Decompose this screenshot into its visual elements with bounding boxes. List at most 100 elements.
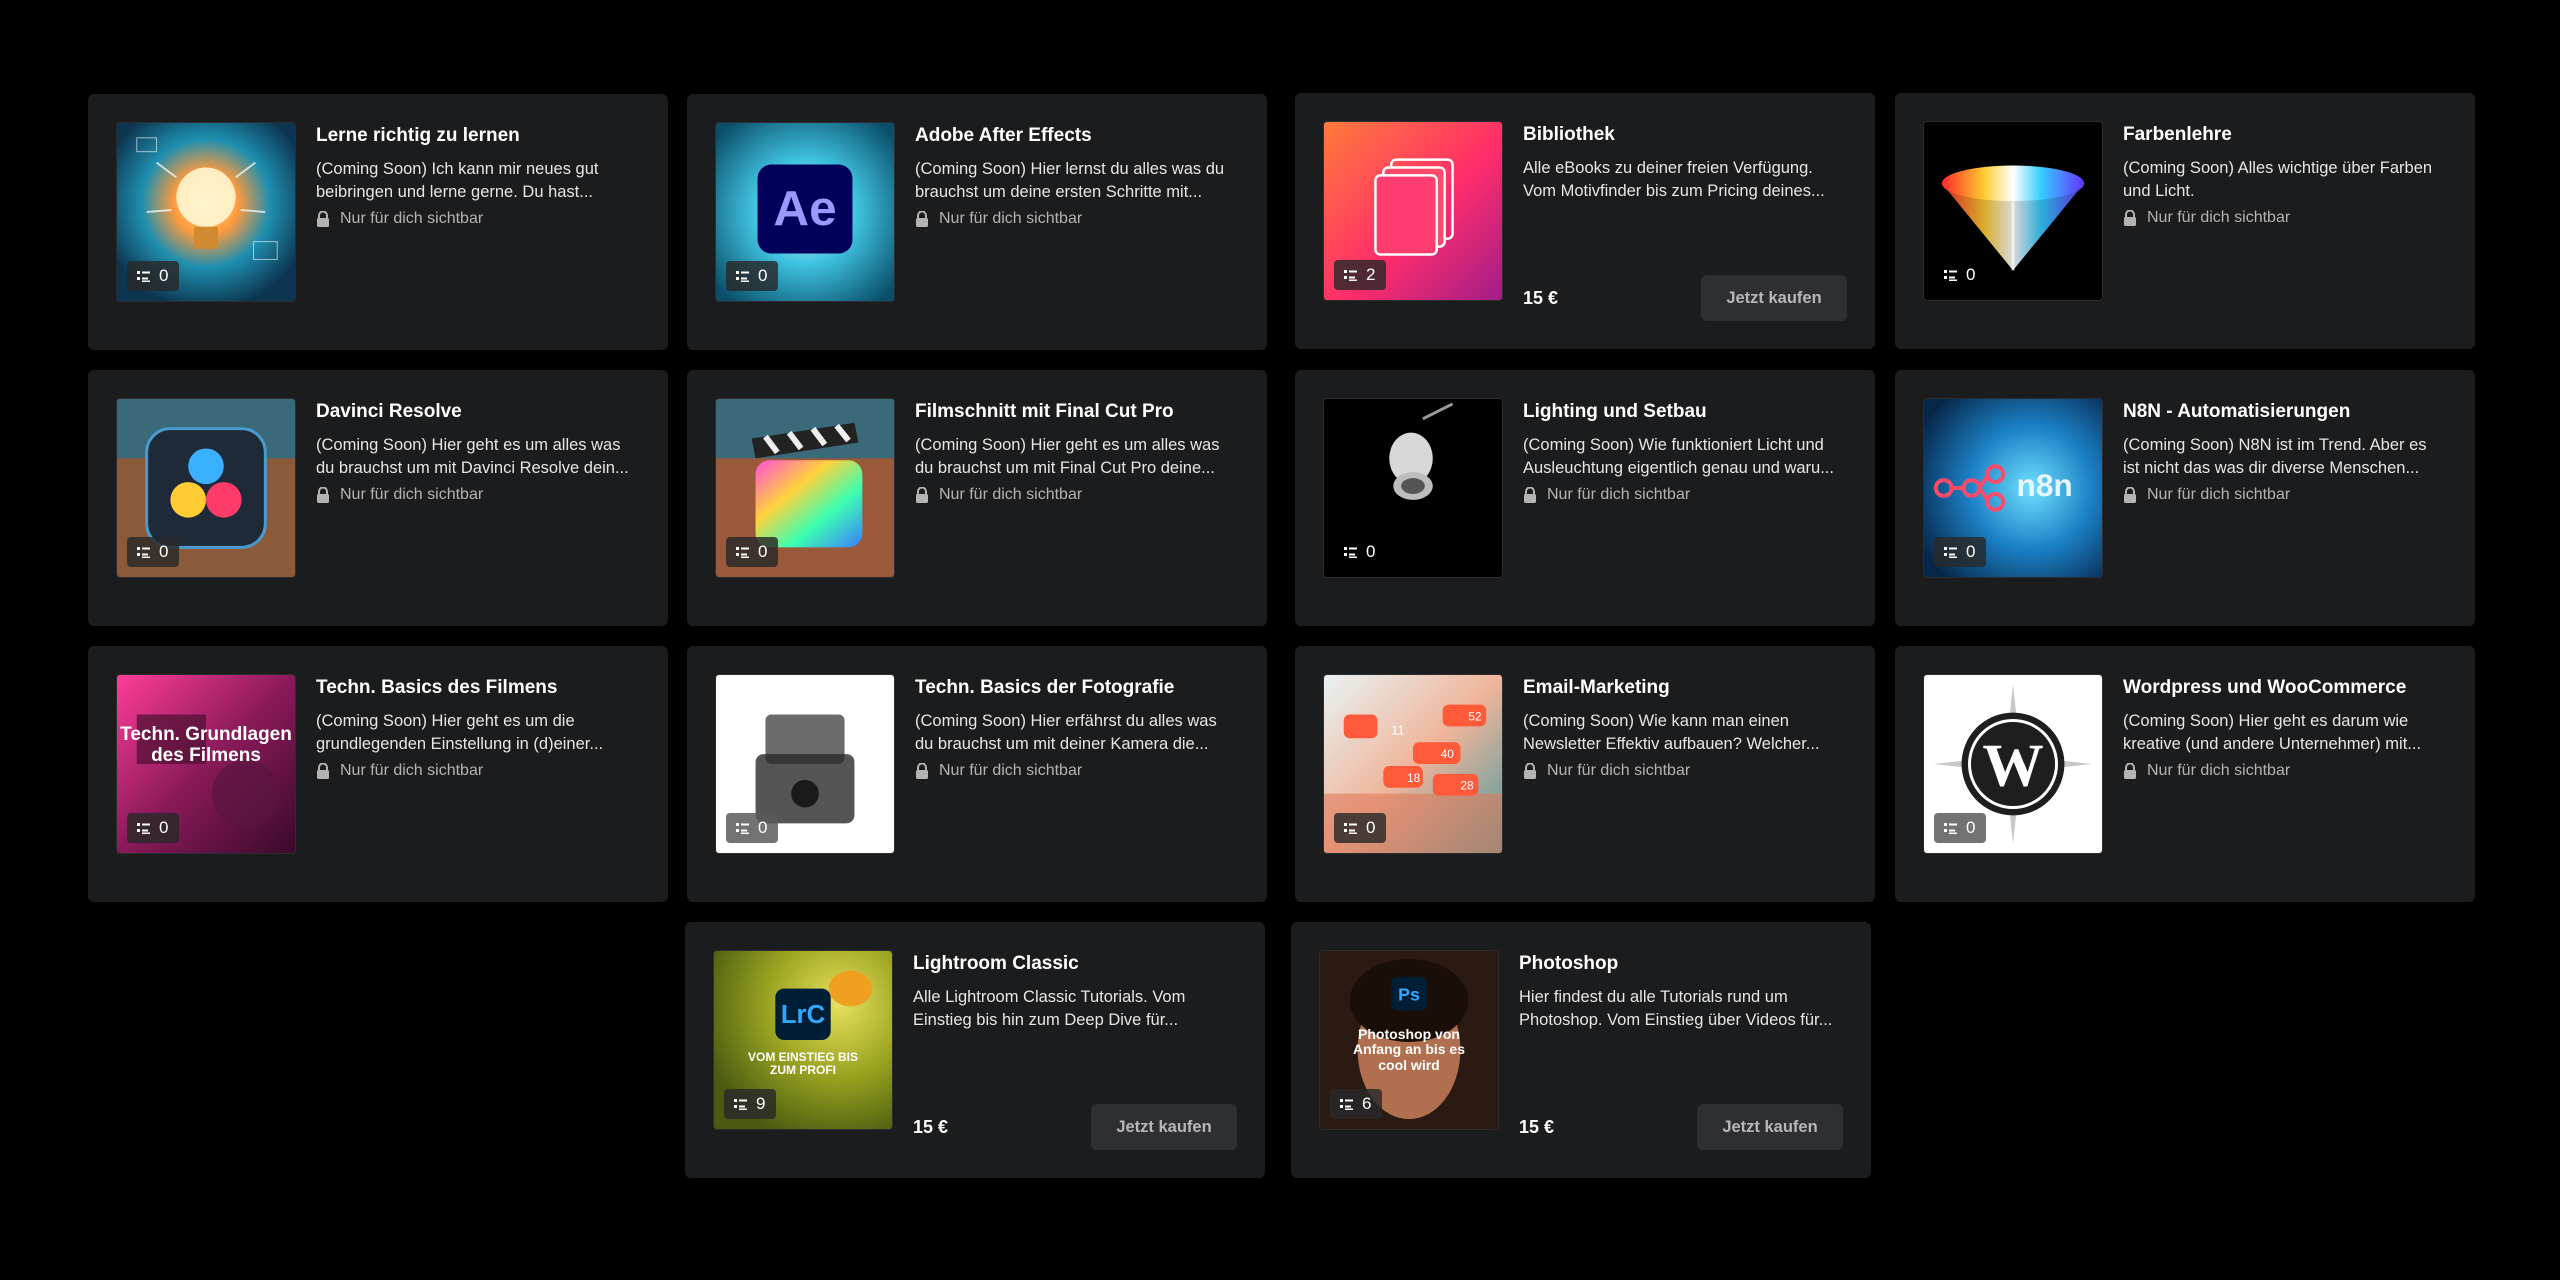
course-card[interactable]: Ps Photoshop von Anfang an bis es cool w… [1291, 922, 1871, 1178]
course-title[interactable]: Farbenlehre [2123, 123, 2447, 147]
course-thumbnail[interactable]: 0 [1323, 398, 1503, 578]
course-thumbnail[interactable]: Ae 0 [715, 122, 895, 302]
buy-button[interactable]: Jetzt kaufen [1697, 1104, 1843, 1150]
lesson-count-badge: 0 [726, 537, 778, 567]
lesson-count: 0 [1366, 818, 1376, 837]
course-card[interactable]: 2 Bibliothek Alle eBooks zu deiner freie… [1295, 93, 1875, 349]
course-card[interactable]: 0 Farbenlehre (Coming Soon) Alles wichti… [1895, 93, 2475, 349]
course-description: (Coming Soon) Hier geht es um alles was … [915, 436, 1220, 477]
course-thumbnail[interactable]: 2 [1323, 121, 1503, 301]
course-title[interactable]: Bibliothek [1523, 123, 1847, 147]
course-thumbnail[interactable]: 0 [116, 398, 296, 578]
course-thumbnail[interactable]: Techn. Grundlagen des Filmens 0 [116, 674, 296, 854]
lesson-count: 0 [159, 266, 169, 285]
lesson-list-icon [1344, 268, 1358, 282]
visibility-label: Nur für dich sichtbar [2147, 762, 2291, 779]
course-title[interactable]: Davinci Resolve [316, 400, 640, 424]
stat-1: 11 [1391, 722, 1404, 737]
course-thumbnail[interactable]: 11 40 52 18 28 0 [1323, 674, 1503, 854]
visibility-status: Nur für dich sichtbar [915, 762, 1239, 780]
lesson-count: 9 [756, 1094, 766, 1113]
price: 15 € [1519, 1116, 1555, 1137]
buy-button[interactable]: Jetzt kaufen [1701, 275, 1847, 321]
price: 15 € [913, 1116, 949, 1137]
lesson-count-badge: 0 [726, 261, 778, 291]
lock-icon [915, 487, 929, 503]
course-description: (Coming Soon) Hier lernst du alles was d… [915, 160, 1225, 201]
purchase-row: 15 € Jetzt kaufen [1523, 275, 1847, 321]
course-card[interactable]: 0 Filmschnitt mit Final Cut Pro (Coming … [687, 370, 1267, 626]
course-thumbnail[interactable]: Ps Photoshop von Anfang an bis es cool w… [1319, 950, 1499, 1130]
course-title[interactable]: Lightroom Classic [913, 952, 1237, 976]
course-description: Alle eBooks zu deiner freien Verfügung. … [1523, 159, 1825, 200]
course-card[interactable]: 0 Lerne richtig zu lernen (Coming Soon) … [88, 94, 668, 350]
course-card[interactable]: 11 40 52 18 28 0 Email-Marketing (Coming… [1295, 646, 1875, 902]
course-card[interactable]: 0 Davinci Resolve (Coming Soon) Hier geh… [88, 370, 668, 626]
course-thumbnail[interactable]: W 0 [1923, 674, 2103, 854]
course-card[interactable]: LrC VOM EINSTIEG BIS ZUM PROFI 9 Lightro… [685, 922, 1265, 1178]
course-thumbnail[interactable]: 0 [1923, 121, 2103, 301]
purchase-row: 15 € Jetzt kaufen [913, 1104, 1237, 1150]
visibility-label: Nur für dich sichtbar [2147, 209, 2291, 226]
price: 15 € [1523, 287, 1559, 308]
lock-icon [316, 487, 330, 503]
course-title[interactable]: Adobe After Effects [915, 124, 1239, 148]
course-card[interactable]: W 0 Wordpress und WooCommerce (Coming So… [1895, 646, 2475, 902]
lock-icon [915, 763, 929, 779]
lesson-list-icon [137, 269, 151, 283]
course-title[interactable]: Techn. Basics des Filmens [316, 676, 640, 700]
lock-icon [915, 211, 929, 227]
visibility-status: Nur für dich sichtbar [915, 486, 1239, 504]
lesson-list-icon [734, 1097, 748, 1111]
course-description: Hier findest du alle Tutorials rund um P… [1519, 988, 1833, 1029]
lesson-list-icon [137, 545, 151, 559]
lesson-count: 0 [159, 542, 169, 561]
course-thumbnail[interactable]: LrC VOM EINSTIEG BIS ZUM PROFI 9 [713, 950, 893, 1130]
thumbnail-caption: Photoshop von Anfang an bis es cool wird [1352, 1026, 1466, 1073]
course-title[interactable]: Lighting und Setbau [1523, 400, 1847, 424]
lesson-count-badge: 0 [726, 813, 778, 843]
course-title[interactable]: Photoshop [1519, 952, 1843, 976]
course-thumbnail[interactable]: 0 [116, 122, 296, 302]
course-thumbnail[interactable]: 0 [715, 674, 895, 854]
visibility-status: Nur für dich sichtbar [2123, 486, 2447, 504]
lesson-count: 0 [1966, 542, 1976, 561]
visibility-label: Nur für dich sichtbar [340, 486, 484, 503]
course-card[interactable]: Techn. Grundlagen des Filmens 0 Techn. B… [88, 646, 668, 902]
course-title[interactable]: Techn. Basics der Fotografie [915, 676, 1239, 700]
visibility-label: Nur für dich sichtbar [1547, 762, 1691, 779]
course-card[interactable]: 0 Lighting und Setbau (Coming Soon) Wie … [1295, 370, 1875, 626]
visibility-label: Nur für dich sichtbar [939, 486, 1083, 503]
visibility-label: Nur für dich sichtbar [340, 762, 484, 779]
lesson-count: 0 [758, 542, 768, 561]
course-title[interactable]: Email-Marketing [1523, 676, 1847, 700]
stat-5: 28 [1460, 779, 1474, 793]
lesson-count: 0 [758, 266, 768, 285]
wordpress-logo: W [1982, 732, 2043, 800]
lock-icon [316, 763, 330, 779]
visibility-status: Nur für dich sichtbar [1523, 762, 1847, 780]
course-title[interactable]: N8N - Automatisierungen [2123, 400, 2447, 424]
course-card[interactable]: Ae 0 Adobe After Effects (Coming Soon) H… [687, 94, 1267, 350]
stat-4: 18 [1407, 771, 1421, 785]
course-title[interactable]: Wordpress und WooCommerce [2123, 676, 2447, 700]
lesson-list-icon [1344, 821, 1358, 835]
course-title[interactable]: Filmschnitt mit Final Cut Pro [915, 400, 1239, 424]
course-title[interactable]: Lerne richtig zu lernen [316, 124, 640, 148]
course-card[interactable]: n8n 0 N8N - Automatisierungen (Coming So… [1895, 370, 2475, 626]
lock-icon [316, 211, 330, 227]
lesson-count: 0 [1366, 542, 1376, 561]
buy-button[interactable]: Jetzt kaufen [1091, 1104, 1237, 1150]
lesson-list-icon [736, 821, 750, 835]
lesson-count: 0 [758, 818, 768, 837]
course-description: Alle Lightroom Classic Tutorials. Vom Ei… [913, 988, 1186, 1029]
lesson-count: 0 [159, 818, 169, 837]
lesson-count-badge: 9 [724, 1089, 776, 1119]
visibility-status: Nur für dich sichtbar [316, 762, 640, 780]
course-card[interactable]: 0 Techn. Basics der Fotografie (Coming S… [687, 646, 1267, 902]
lesson-count: 6 [1362, 1094, 1372, 1113]
lesson-list-icon [1340, 1097, 1354, 1111]
course-description: (Coming Soon) Hier geht es darum wie kre… [2123, 712, 2422, 753]
course-thumbnail[interactable]: 0 [715, 398, 895, 578]
course-thumbnail[interactable]: n8n 0 [1923, 398, 2103, 578]
